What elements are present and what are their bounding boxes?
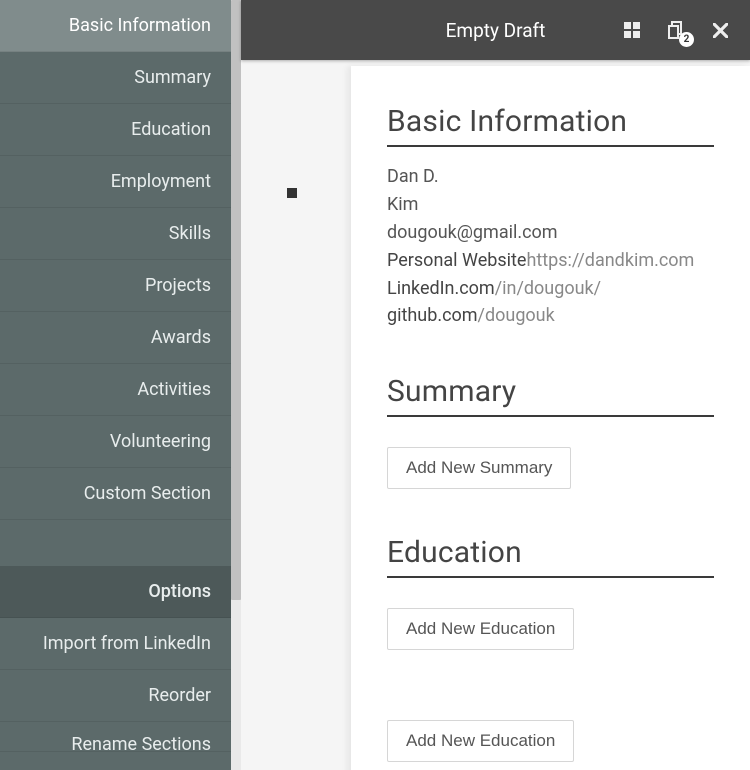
first-name: Dan D. — [387, 163, 714, 191]
sidebar-item-label: Rename Sections — [71, 734, 211, 752]
add-education-button-1[interactable]: Add New Education — [387, 608, 574, 650]
sidebar-item-label: Custom Section — [84, 483, 211, 504]
content-wrap: Basic Information Dan D. Kim dougouk@gma… — [241, 60, 750, 770]
grid-view-button[interactable] — [610, 0, 654, 60]
basic-info-block: Dan D. Kim dougouk@gmail.com Personal We… — [387, 163, 714, 330]
sidebar-item-education[interactable]: Education — [0, 104, 241, 156]
sidebar-scrollbar-thumb[interactable] — [231, 0, 241, 600]
sidebar-heading-options: Options — [0, 566, 241, 618]
website-line: Personal Websitehttps://dandkim.com — [387, 247, 714, 275]
sidebar-spacer — [0, 520, 241, 566]
sidebar-item-label: Activities — [137, 379, 211, 400]
close-icon — [713, 23, 728, 38]
education-section: Education Add New Education Add New Educ… — [387, 535, 714, 762]
sidebar-item-basic-information[interactable]: Basic Information — [0, 0, 241, 52]
sidebar-item-activities[interactable]: Activities — [0, 364, 241, 416]
sidebar-item-label: Education — [131, 119, 211, 140]
linkedin-prefix: LinkedIn.com — [387, 278, 495, 299]
copy-badge: 2 — [679, 32, 694, 47]
heading-summary: Summary — [387, 374, 714, 417]
sidebar-item-awards[interactable]: Awards — [0, 312, 241, 364]
email: dougouk@gmail.com — [387, 219, 714, 247]
close-button[interactable] — [698, 0, 742, 60]
heading-education: Education — [387, 535, 714, 578]
add-summary-button[interactable]: Add New Summary — [387, 447, 571, 489]
sidebar-item-label: Projects — [145, 275, 211, 296]
gutter-marker-icon — [287, 188, 297, 198]
sidebar-item-label: Basic Information — [69, 15, 211, 36]
topbar: Empty Draft 2 — [241, 0, 750, 60]
sidebar-item-skills[interactable]: Skills — [0, 208, 241, 260]
add-education-button-2[interactable]: Add New Education — [387, 720, 574, 762]
grid-icon — [623, 21, 641, 39]
sidebar-item-label: Import from LinkedIn — [43, 633, 211, 654]
sidebar-item-label: Awards — [151, 327, 211, 348]
github-line: github.com/dougouk — [387, 302, 714, 330]
sidebar-item-volunteering[interactable]: Volunteering — [0, 416, 241, 468]
sidebar-item-summary[interactable]: Summary — [0, 52, 241, 104]
main: Empty Draft 2 Basic Information Dan — [241, 0, 750, 770]
sidebar-scroll: Basic Information Summary Education Empl… — [0, 0, 241, 770]
github-path: /dougouk — [478, 305, 555, 326]
topbar-actions: 2 — [610, 0, 742, 60]
sidebar-item-label: Reorder — [148, 685, 211, 706]
sidebar-item-projects[interactable]: Projects — [0, 260, 241, 312]
sidebar-item-import-linkedin[interactable]: Import from LinkedIn — [0, 618, 241, 670]
sidebar: Basic Information Summary Education Empl… — [0, 0, 241, 770]
copy-button[interactable]: 2 — [654, 0, 698, 60]
sidebar-item-label: Skills — [169, 223, 211, 244]
sidebar-item-label: Volunteering — [110, 431, 211, 452]
website-url: https://dandkim.com — [526, 250, 694, 271]
last-name: Kim — [387, 191, 714, 219]
sidebar-item-label: Summary — [134, 67, 211, 88]
summary-section: Summary Add New Summary — [387, 374, 714, 489]
linkedin-path: /in/dougouk/ — [495, 278, 601, 299]
heading-basic-information: Basic Information — [387, 104, 714, 147]
sidebar-item-custom-section[interactable]: Custom Section — [0, 468, 241, 520]
website-label: Personal Website — [387, 250, 526, 271]
sidebar-item-employment[interactable]: Employment — [0, 156, 241, 208]
sidebar-scrollbar-track[interactable] — [231, 0, 241, 770]
github-prefix: github.com — [387, 305, 478, 326]
sidebar-item-label: Options — [148, 581, 211, 602]
sidebar-item-reorder[interactable]: Reorder — [0, 670, 241, 722]
sidebar-item-label: Employment — [111, 171, 211, 192]
linkedin-line: LinkedIn.com/in/dougouk/ — [387, 275, 714, 303]
sidebar-item-rename-sections[interactable]: Rename Sections — [0, 722, 241, 752]
content-sheet: Basic Information Dan D. Kim dougouk@gma… — [351, 66, 750, 770]
